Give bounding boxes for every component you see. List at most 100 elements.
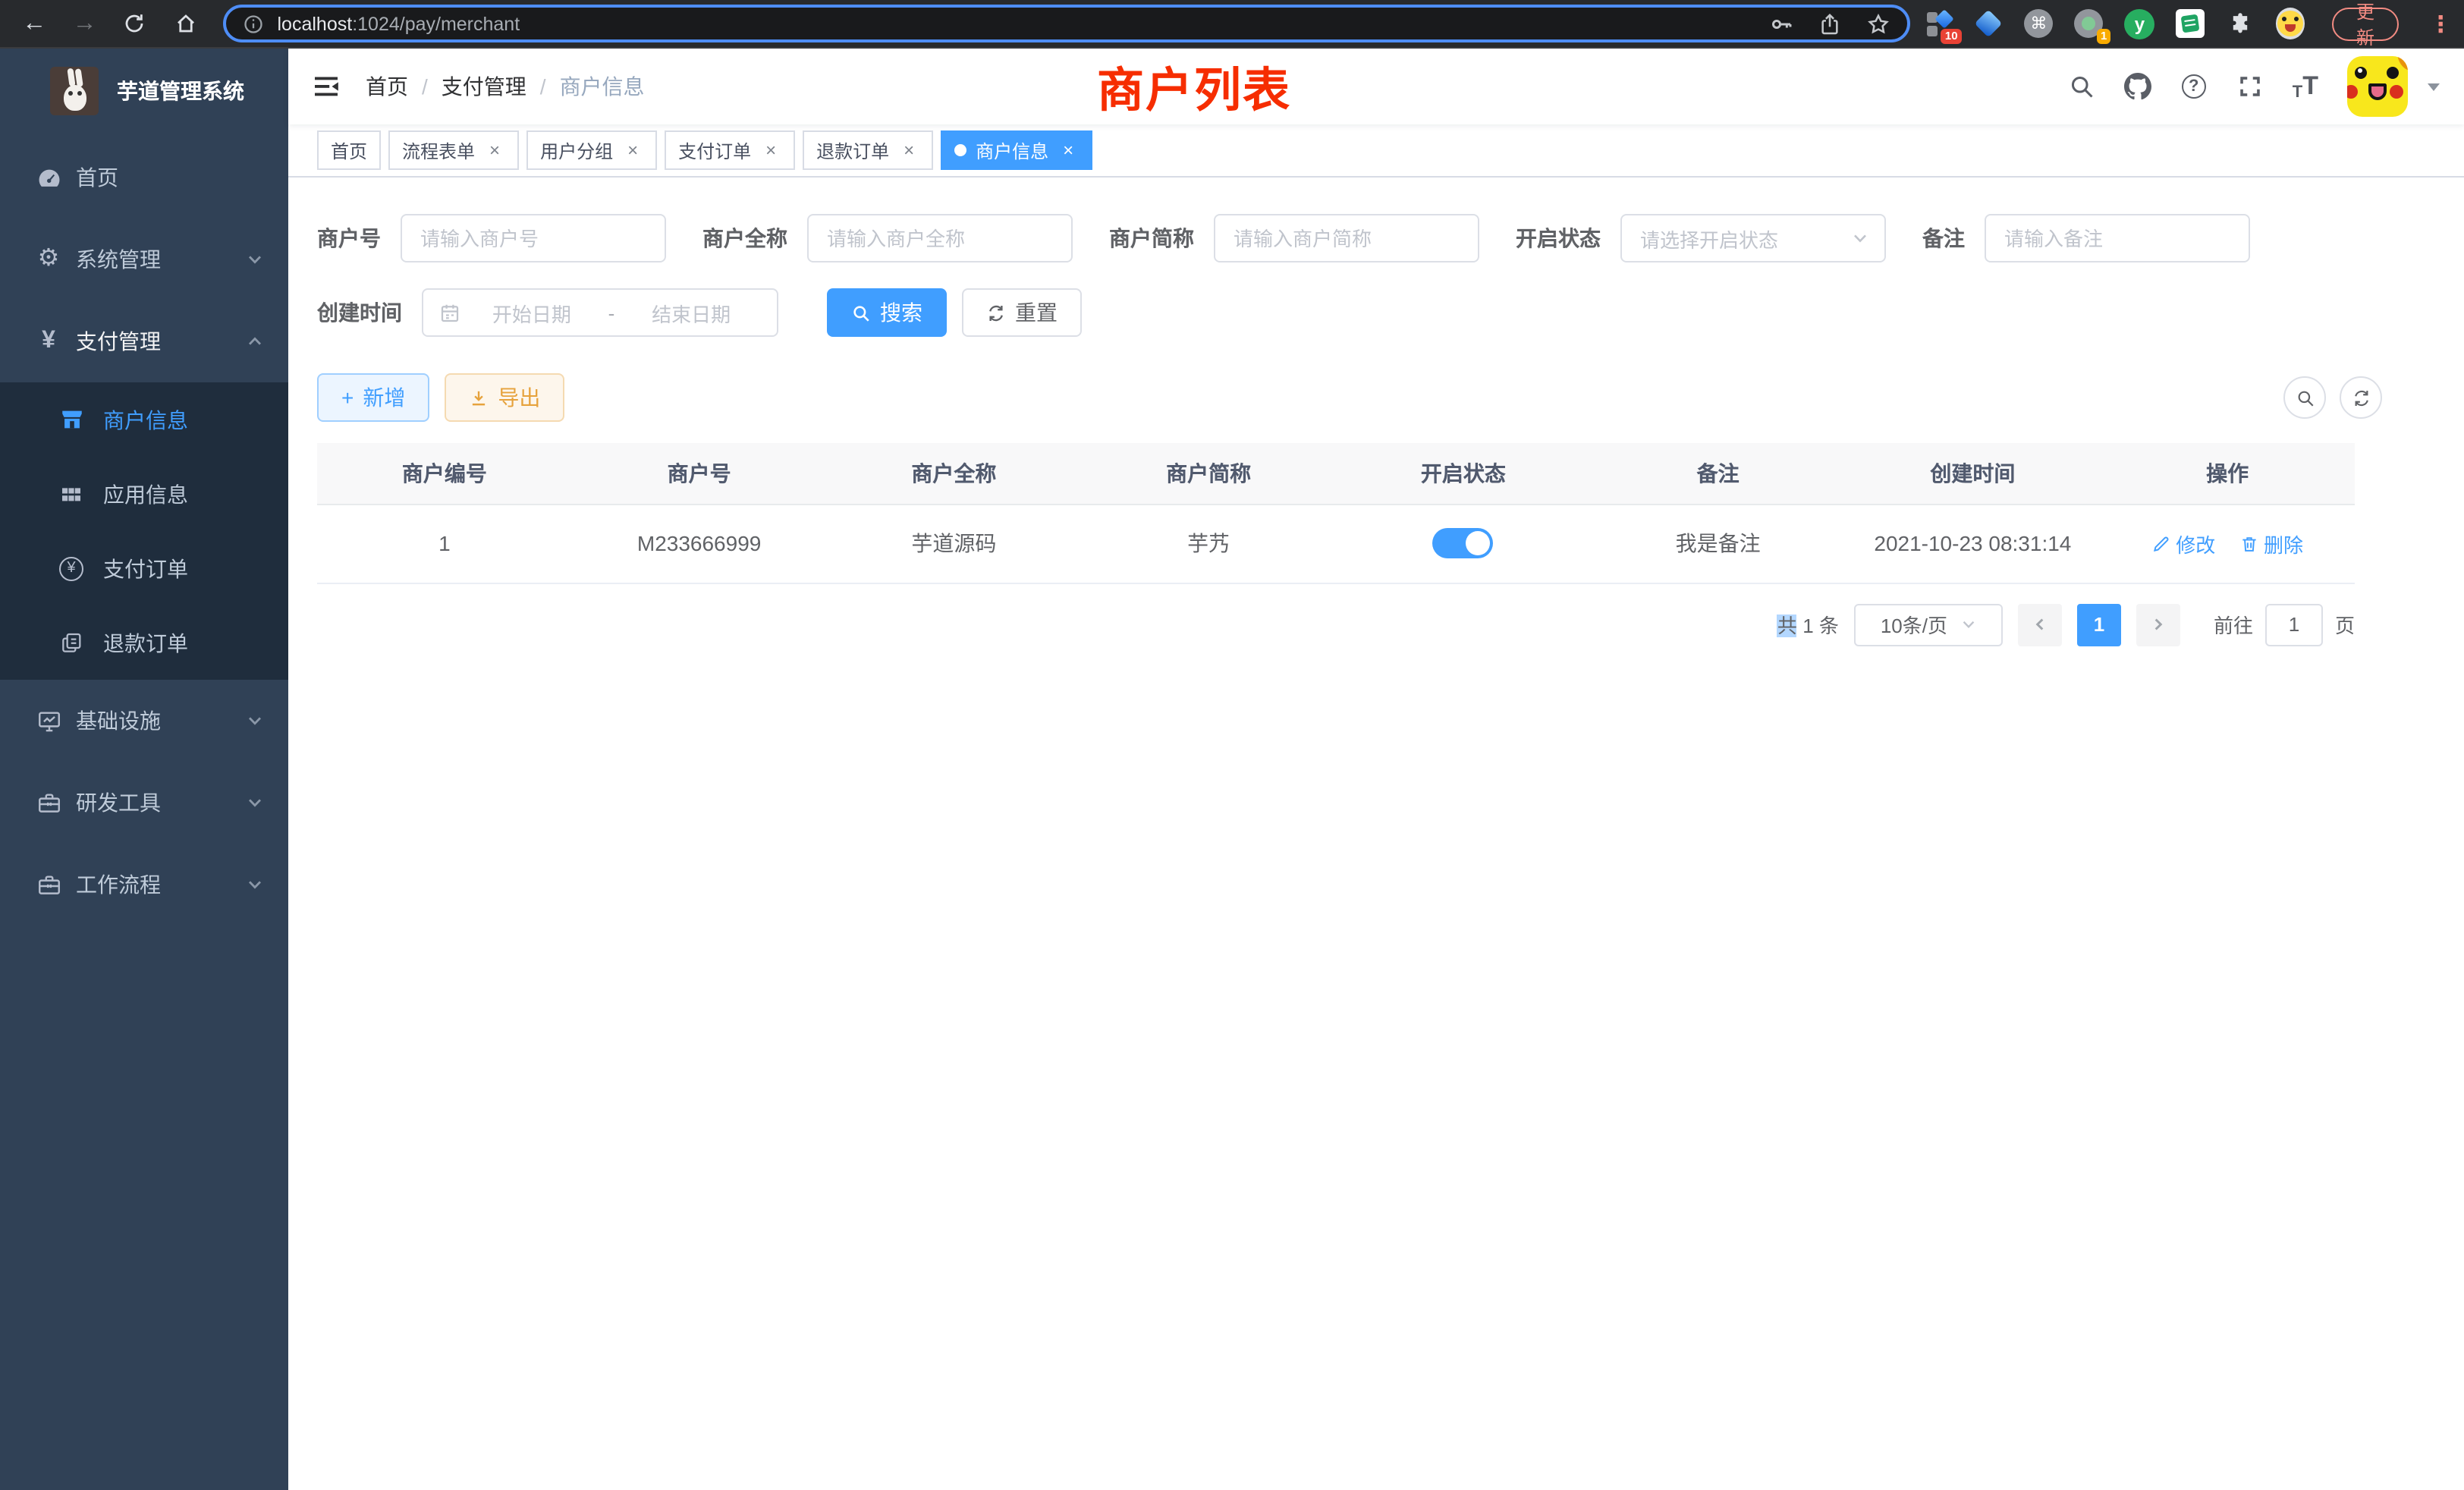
- col-full-name: 商户全称: [827, 443, 1082, 504]
- chevron-down-icon: [246, 875, 264, 894]
- extension-grid-icon[interactable]: 10: [1926, 8, 1954, 39]
- app-title: 芋道管理系统: [117, 76, 244, 106]
- tab-refund-order[interactable]: 退款订单×: [803, 130, 933, 170]
- tags-view-bar: 首页 流程表单× 用户分组× 支付订单× 退款订单× 商户信息×: [288, 124, 2464, 178]
- browser-update-button[interactable]: 更新: [2332, 7, 2399, 40]
- browser-reload-button[interactable]: [116, 4, 154, 43]
- create-time-range-picker[interactable]: 开始日期 - 结束日期: [422, 288, 778, 337]
- sidebar-item-system[interactable]: ⚙ 系统管理: [0, 218, 288, 300]
- diamond-icon: [1934, 8, 1953, 27]
- breadcrumb-payment[interactable]: 支付管理: [442, 71, 526, 102]
- close-icon[interactable]: ×: [622, 140, 643, 161]
- close-icon[interactable]: ×: [484, 140, 505, 161]
- status-toggle[interactable]: [1433, 528, 1494, 558]
- sidebar-item-infrastructure[interactable]: 基础设施: [0, 680, 288, 762]
- extension-command-icon[interactable]: ⌘: [2024, 8, 2053, 39]
- header-search-icon[interactable]: [2068, 73, 2095, 100]
- chevron-down-icon: [1851, 229, 1869, 247]
- password-key-icon[interactable]: [1770, 11, 1794, 36]
- sidebar-item-app-info[interactable]: 应用信息: [0, 457, 288, 531]
- close-icon[interactable]: ×: [898, 140, 919, 161]
- forward-icon: →: [73, 10, 97, 37]
- edit-link[interactable]: 修改: [2151, 529, 2215, 558]
- extension-gem-icon[interactable]: [1975, 8, 2004, 39]
- breadcrumb-home[interactable]: 首页: [366, 71, 408, 102]
- export-button[interactable]: 导出: [445, 373, 564, 422]
- delete-link[interactable]: 删除: [2239, 529, 2303, 558]
- sidebar-fold-icon[interactable]: [311, 71, 341, 102]
- extension-board-icon[interactable]: [2176, 8, 2205, 39]
- browser-menu-icon[interactable]: ⋮: [2429, 10, 2452, 37]
- col-merchant-no: 商户号: [572, 443, 827, 504]
- help-icon[interactable]: ?: [2180, 73, 2208, 100]
- github-icon[interactable]: [2124, 73, 2151, 100]
- tab-user-group[interactable]: 用户分组×: [526, 130, 657, 170]
- command-icon: ⌘: [2024, 9, 2053, 38]
- goto-page-input[interactable]: [2265, 603, 2323, 646]
- create-time-label: 创建时间: [317, 297, 402, 328]
- merchant-no-input[interactable]: [401, 214, 666, 262]
- edit-pen-icon: [2151, 533, 2171, 553]
- short-name-input[interactable]: [1214, 214, 1479, 262]
- sidebar-item-refund-order[interactable]: 退款订单: [0, 605, 288, 680]
- next-page-button[interactable]: [2136, 603, 2180, 646]
- sidebar: 芋道管理系统 首页 ⚙ 系统管理 ¥ 支付管理: [0, 49, 288, 1490]
- extension-yuque-icon[interactable]: y: [2124, 8, 2154, 39]
- sidebar-item-pay-order[interactable]: ¥ 支付订单: [0, 531, 288, 605]
- breadcrumb-current: 商户信息: [560, 71, 645, 102]
- avatar-caret-icon[interactable]: [2428, 83, 2440, 90]
- add-button[interactable]: + 新增: [317, 373, 429, 422]
- cell-create-time: 2021-10-23 08:31:14: [1846, 504, 2101, 583]
- cell-actions: 修改 删除: [2100, 504, 2355, 583]
- browser-forward-button[interactable]: →: [65, 4, 103, 43]
- toggle-search-button[interactable]: [2283, 376, 2326, 419]
- merchant-table: 商户编号 商户号 商户全称 商户简称 开启状态 备注 创建时间 操作 1: [317, 443, 2355, 583]
- full-name-input[interactable]: [807, 214, 1073, 262]
- tab-pay-order[interactable]: 支付订单×: [665, 130, 795, 170]
- dashboard-icon: [35, 164, 62, 191]
- bookmark-star-icon[interactable]: [1867, 11, 1891, 36]
- extension-recorder-icon[interactable]: 1: [2074, 8, 2103, 39]
- green-dot-icon: [2082, 17, 2095, 30]
- tab-home[interactable]: 首页: [317, 130, 381, 170]
- end-date-placeholder[interactable]: 结束日期: [621, 298, 762, 327]
- url-text[interactable]: localhost:1024/pay/merchant: [278, 13, 1746, 34]
- browser-extensions-button[interactable]: [2226, 8, 2254, 39]
- tab-process-form[interactable]: 流程表单×: [388, 130, 519, 170]
- sidebar-item-home[interactable]: 首页: [0, 137, 288, 218]
- pagination-total: 共 1 条: [1777, 610, 1839, 639]
- sidebar-item-workflow[interactable]: 工作流程: [0, 844, 288, 926]
- sidebar-item-payment[interactable]: ¥ 支付管理: [0, 300, 288, 382]
- user-avatar[interactable]: [2347, 56, 2408, 117]
- address-bar[interactable]: localhost:1024/pay/merchant: [223, 5, 1911, 42]
- browser-profile-avatar[interactable]: [2275, 8, 2305, 39]
- site-info-icon[interactable]: [243, 13, 264, 34]
- close-icon[interactable]: ×: [1058, 140, 1079, 161]
- storefront-icon: [58, 406, 85, 433]
- full-name-label: 商户全称: [702, 223, 787, 253]
- reset-button[interactable]: 重置: [962, 288, 1082, 337]
- sidebar-item-dev-tools[interactable]: 研发工具: [0, 762, 288, 844]
- start-date-placeholder[interactable]: 开始日期: [461, 298, 602, 327]
- remark-label: 备注: [1922, 223, 1965, 253]
- table-header-row: 商户编号 商户号 商户全称 商户简称 开启状态 备注 创建时间 操作: [317, 443, 2355, 504]
- short-name-label: 商户简称: [1109, 223, 1194, 253]
- toggle-knob: [1466, 531, 1491, 555]
- page-number-1[interactable]: 1: [2077, 603, 2121, 646]
- fullscreen-icon[interactable]: [2236, 73, 2264, 100]
- remark-input[interactable]: [1985, 214, 2250, 262]
- search-button[interactable]: 搜索: [827, 288, 947, 337]
- browser-back-button[interactable]: ←: [15, 4, 53, 43]
- app-logo-row[interactable]: 芋道管理系统: [0, 49, 288, 134]
- share-icon[interactable]: [1818, 11, 1843, 36]
- close-icon[interactable]: ×: [760, 140, 781, 161]
- prev-page-button[interactable]: [2018, 603, 2062, 646]
- font-size-icon[interactable]: TT: [2293, 71, 2318, 102]
- cell-short-name: 芋艿: [1081, 504, 1336, 583]
- browser-home-button[interactable]: [166, 4, 204, 43]
- page-size-select[interactable]: 10条/页: [1854, 603, 2003, 646]
- sidebar-item-merchant-info[interactable]: 商户信息: [0, 382, 288, 457]
- refresh-table-button[interactable]: [2340, 376, 2382, 419]
- tab-merchant-info[interactable]: 商户信息×: [941, 130, 1092, 170]
- status-select[interactable]: 请选择开启状态: [1620, 214, 1886, 262]
